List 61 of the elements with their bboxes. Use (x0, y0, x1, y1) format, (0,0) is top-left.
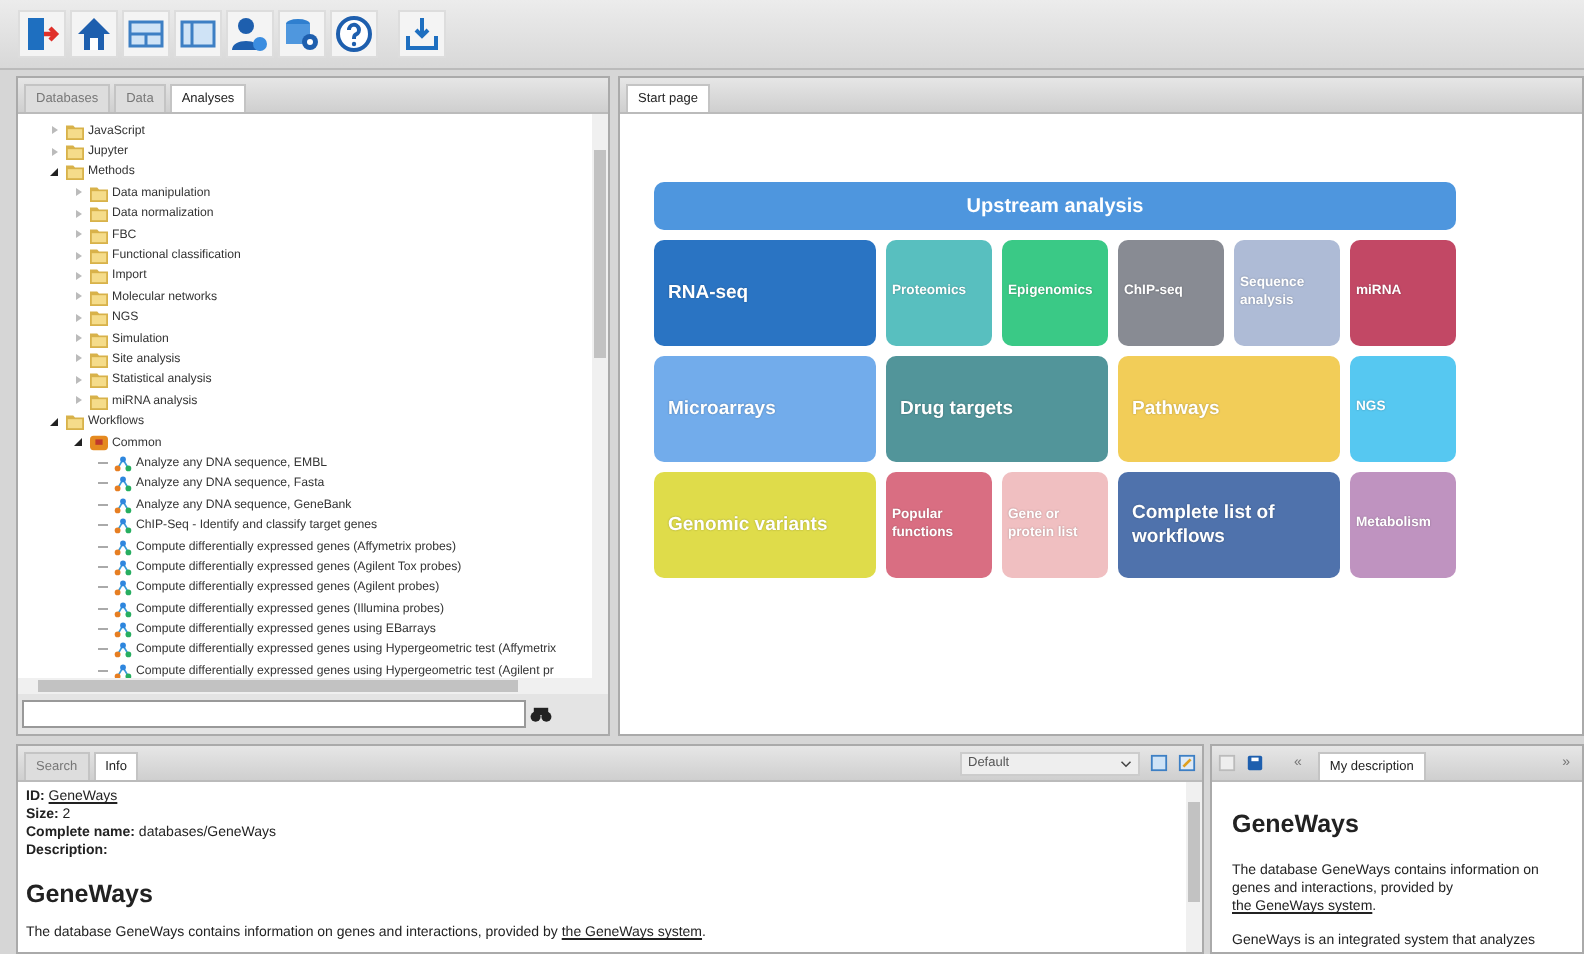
workflow-icon (114, 453, 132, 472)
folder-icon (90, 204, 108, 223)
workflow-icon (114, 661, 132, 678)
horizontal-scrollbar[interactable] (18, 678, 608, 694)
folder-icon (90, 308, 108, 327)
description-heading: GeneWays (26, 880, 155, 908)
workflow-icon (114, 474, 132, 493)
document-icon[interactable] (1150, 754, 1168, 772)
folder-icon (90, 266, 108, 285)
folder-icon (90, 225, 108, 244)
folder-icon (90, 349, 108, 368)
logout-icon[interactable] (18, 10, 66, 58)
help-icon[interactable] (330, 10, 378, 58)
folder-icon (90, 287, 108, 306)
vertical-scrollbar[interactable] (592, 114, 608, 678)
expander-icon[interactable] (50, 167, 58, 176)
folder-icon (90, 183, 108, 202)
folder-icon (66, 162, 84, 181)
folder-icon (66, 412, 84, 431)
search-field[interactable] (22, 700, 526, 728)
database-settings-icon[interactable] (278, 10, 326, 58)
workflow-icon (114, 578, 132, 597)
binoculars-icon[interactable] (530, 705, 552, 723)
workflow-icon (114, 495, 132, 514)
tree-connector (98, 503, 108, 506)
workflow-icon (114, 557, 132, 576)
workflow-icon (114, 516, 132, 535)
toolbox-icon (90, 433, 108, 452)
sidebar-layout-icon[interactable] (174, 10, 222, 58)
caret-icon (1120, 759, 1132, 767)
tree-connector (98, 565, 108, 568)
vertical-scrollbar[interactable] (1186, 782, 1202, 952)
description-heading: GeneWays (1232, 810, 1361, 838)
folder-icon (66, 142, 84, 161)
workflow-icon (114, 537, 132, 555)
expander-icon[interactable] (50, 417, 58, 426)
workflow-icon (114, 620, 132, 639)
tree-connector (98, 607, 108, 610)
tree-connector (98, 545, 108, 547)
workflow-icon (114, 599, 132, 618)
folder-icon (66, 121, 84, 140)
layout-icon[interactable] (122, 10, 170, 58)
user-info-icon[interactable] (226, 10, 274, 58)
home-icon[interactable] (70, 10, 118, 58)
expander-icon[interactable] (74, 438, 82, 447)
folder-icon (90, 329, 108, 348)
category-tile[interactable]: Complete list of workflows (1118, 472, 1340, 578)
tree-connector (98, 482, 108, 485)
category-tile[interactable]: RNA-seq (654, 240, 876, 346)
save-icon[interactable] (1246, 754, 1264, 772)
tree-connector (98, 648, 108, 651)
tree-connector (98, 586, 108, 589)
tree-connector (98, 669, 108, 672)
folder-icon (90, 391, 108, 410)
download-icon[interactable] (398, 10, 446, 58)
workflow-icon (114, 640, 132, 659)
folder-icon (90, 246, 108, 265)
tree-connector (98, 524, 108, 527)
tree-connector (98, 628, 108, 631)
folder-icon (90, 370, 108, 389)
tree-connector (98, 461, 108, 464)
